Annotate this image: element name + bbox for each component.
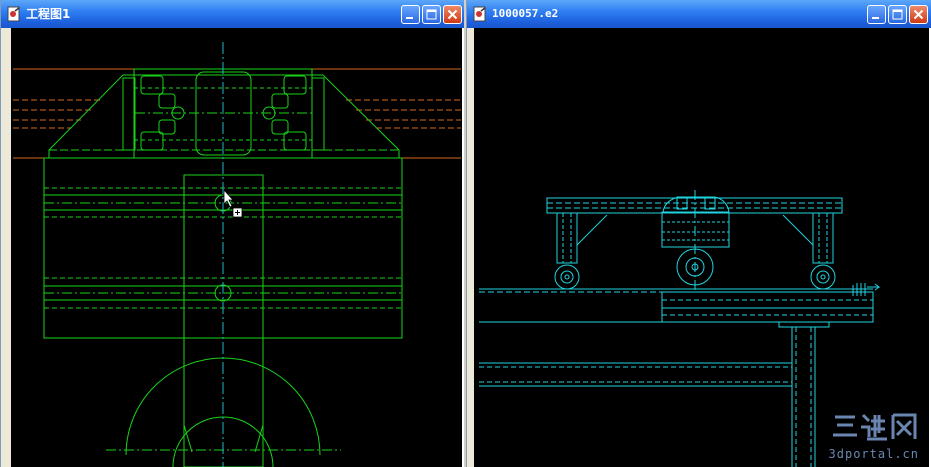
assembly-drawing bbox=[479, 190, 881, 467]
document-icon bbox=[7, 6, 20, 22]
window-title: 工程图1 bbox=[26, 7, 71, 21]
close-icon bbox=[913, 9, 924, 20]
window-frame bbox=[467, 28, 474, 467]
drawing-window-2[interactable]: 1000057.e2 3dportal.cn bbox=[466, 0, 931, 467]
maximize-button[interactable] bbox=[888, 5, 907, 24]
close-button[interactable] bbox=[909, 5, 928, 24]
maximize-icon bbox=[892, 9, 903, 20]
window-title: 1000057.e2 bbox=[492, 7, 559, 20]
close-button[interactable] bbox=[443, 5, 462, 24]
titlebar[interactable]: 1000057.e2 bbox=[467, 0, 931, 28]
document-icon bbox=[473, 6, 486, 22]
drawing-window-1[interactable]: 工程图1 bbox=[0, 0, 464, 467]
engineering-drawing bbox=[13, 42, 461, 467]
watermark-url: 3dportal.cn bbox=[828, 447, 919, 461]
maximize-icon bbox=[426, 9, 437, 20]
drawing-canvas[interactable]: 3dportal.cn bbox=[474, 28, 929, 467]
minimize-button[interactable] bbox=[867, 5, 886, 24]
minimize-button[interactable] bbox=[401, 5, 420, 24]
drawing-canvas[interactable] bbox=[11, 28, 462, 467]
minimize-icon bbox=[872, 17, 879, 19]
minimize-icon bbox=[406, 17, 413, 19]
close-icon bbox=[447, 9, 458, 20]
window-frame bbox=[1, 28, 11, 467]
maximize-button[interactable] bbox=[422, 5, 441, 24]
titlebar[interactable]: 工程图1 bbox=[1, 0, 464, 28]
